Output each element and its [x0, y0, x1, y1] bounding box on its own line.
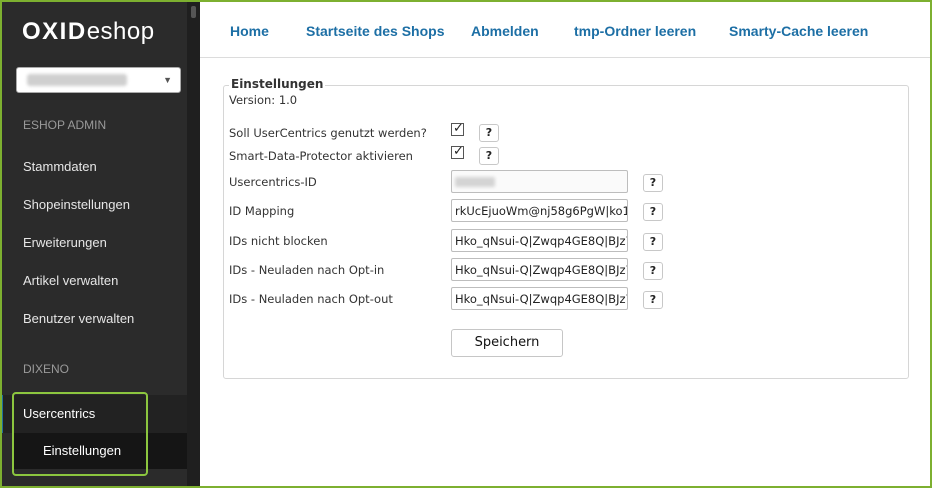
usercentrics-enabled-checkbox[interactable]: ✓	[451, 120, 464, 136]
save-button[interactable]: Speichern	[451, 329, 563, 357]
sidebar-item-shopeinstellungen[interactable]: Shopeinstellungen	[23, 197, 130, 212]
smart-data-protector-checkbox[interactable]: ✓	[451, 143, 464, 159]
ids-nicht-blocken-input[interactable]: Hko_qNsui-Q|Zwqp4GE8Q|BJz7	[451, 229, 628, 252]
highlight-box	[12, 392, 148, 476]
logo-product: eshop	[86, 18, 155, 45]
checkmark-icon: ✓	[453, 120, 464, 135]
reload-opt-out-input[interactable]: Hko_qNsui-Q|Zwqp4GE8Q|BJz7	[451, 287, 628, 310]
top-navigation: Home Startseite des Shops Abmelden tmp-O…	[200, 0, 932, 58]
help-icon[interactable]: ?	[479, 147, 499, 165]
help-icon[interactable]: ?	[479, 124, 499, 142]
reload-opt-in-input[interactable]: Hko_qNsui-Q|Zwqp4GE8Q|BJz7	[451, 258, 628, 281]
scrollbar-thumb[interactable]	[191, 6, 196, 18]
field-label-id-mapping: ID Mapping	[229, 204, 295, 218]
nav-link-home[interactable]: Home	[230, 23, 269, 39]
sidebar-scrollbar[interactable]	[187, 0, 200, 488]
nav-link-smarty-cache-leeren[interactable]: Smarty-Cache leeren	[729, 23, 868, 39]
usercentrics-id-value	[455, 177, 495, 187]
nav-link-abmelden[interactable]: Abmelden	[471, 23, 539, 39]
shop-select[interactable]: ▼	[16, 67, 181, 93]
nav-link-startseite[interactable]: Startseite des Shops	[306, 23, 445, 39]
chevron-down-icon: ▼	[163, 75, 172, 85]
logo-brand: OXID	[22, 18, 87, 45]
checkmark-icon: ✓	[453, 143, 464, 158]
section-eshop-admin: ESHOP ADMIN	[23, 118, 107, 132]
help-icon[interactable]: ?	[643, 174, 663, 192]
id-mapping-input[interactable]: rkUcEjuoWm@nj58g6PgW|ko1	[451, 199, 628, 222]
field-label-reload-opt-in: IDs - Neuladen nach Opt-in	[229, 263, 385, 277]
field-label-reload-opt-out: IDs - Neuladen nach Opt-out	[229, 292, 393, 306]
help-icon[interactable]: ?	[643, 262, 663, 280]
field-label-usercentrics-enabled: Soll UserCentrics genutzt werden?	[229, 126, 427, 140]
nav-link-tmp-ordner-leeren[interactable]: tmp-Ordner leeren	[574, 23, 696, 39]
help-icon[interactable]: ?	[643, 203, 663, 221]
help-icon[interactable]: ?	[643, 233, 663, 251]
help-icon[interactable]: ?	[643, 291, 663, 309]
field-label-smart-data-protector: Smart-Data-Protector aktivieren	[229, 149, 413, 163]
sidebar-item-stammdaten[interactable]: Stammdaten	[23, 159, 97, 174]
oxid-eshop-logo: OXIDeshop	[22, 18, 155, 46]
field-label-usercentrics-id: Usercentrics-ID	[229, 175, 317, 189]
field-label-ids-nicht-blocken: IDs nicht blocken	[229, 234, 328, 248]
sidebar-item-benutzer-verwalten[interactable]: Benutzer verwalten	[23, 311, 134, 326]
sidebar-item-artikel-verwalten[interactable]: Artikel verwalten	[23, 273, 118, 288]
sidebar-item-erweiterungen[interactable]: Erweiterungen	[23, 235, 107, 250]
version-text: Version: 1.0	[229, 93, 298, 107]
shop-select-value	[27, 74, 127, 86]
fieldset-legend: Einstellungen	[229, 77, 326, 91]
section-dixeno: DIXENO	[23, 362, 70, 376]
usercentrics-id-input[interactable]	[451, 170, 628, 193]
